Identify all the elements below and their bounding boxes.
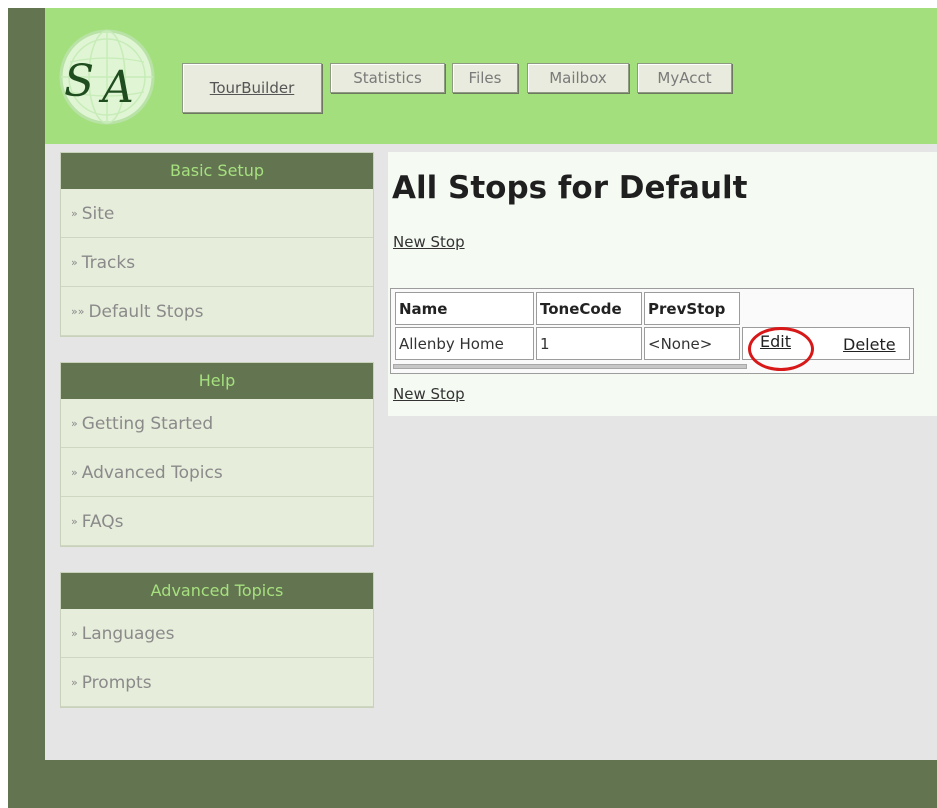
tab-statistics[interactable]: Statistics <box>330 63 445 93</box>
sidebar-item-label: Advanced Topics <box>81 463 223 483</box>
sidebar-item-label: Default Stops <box>88 302 204 322</box>
stops-table: Name ToneCode PrevStop Allenby Home 1 <N… <box>390 288 914 374</box>
tab-files[interactable]: Files <box>452 63 518 93</box>
arrow-icon: » <box>71 627 78 640</box>
sidebar-item-label: FAQs <box>81 512 124 532</box>
cell-prevstop: <None> <box>644 327 740 360</box>
new-stop-link-bottom[interactable]: New Stop <box>393 385 465 403</box>
panel-title: Advanced Topics <box>61 573 373 609</box>
arrow-icon: » <box>71 515 78 528</box>
sidebar-item-advanced-topics[interactable]: » Advanced Topics <box>61 448 373 497</box>
sidebar-item-languages[interactable]: » Languages <box>61 609 373 658</box>
double-arrow-icon: »» <box>71 305 85 318</box>
sa-logo: S A <box>59 29 155 125</box>
sidebar-item-prompts[interactable]: » Prompts <box>61 658 373 707</box>
arrow-icon: » <box>71 417 78 430</box>
svg-text:A: A <box>98 62 134 113</box>
empty-header-cell <box>742 292 910 325</box>
table-header-row: Name ToneCode PrevStop <box>395 292 910 325</box>
sidebar-item-label: Site <box>81 204 115 224</box>
panel-advanced-topics: Advanced Topics » Languages » Prompts <box>60 572 374 708</box>
highlight-circle <box>748 327 814 371</box>
cell-tonecode: 1 <box>536 327 642 360</box>
panel-help: Help » Getting Started » Advanced Topics »… <box>60 362 374 547</box>
arrow-icon: » <box>71 676 78 689</box>
tab-tourbuilder[interactable]: TourBuilder <box>182 63 322 113</box>
sidebar-item-tracks[interactable]: » Tracks <box>61 238 373 287</box>
svg-text:S: S <box>64 56 94 107</box>
sidebar-item-site[interactable]: » Site <box>61 189 373 238</box>
sidebar-item-label: Languages <box>81 624 175 644</box>
sidebar: Basic Setup » Site » Tracks »» Default Stop… <box>60 152 374 708</box>
arrow-icon: » <box>71 207 78 220</box>
panel-title: Help <box>61 363 373 399</box>
panel-basic-setup: Basic Setup » Site » Tracks »» Default Stop… <box>60 152 374 337</box>
sidebar-item-label: Getting Started <box>81 414 214 434</box>
sidebar-item-default-stops[interactable]: »» Default Stops <box>61 287 373 336</box>
cell-name: Allenby Home <box>395 327 534 360</box>
column-header-name: Name <box>395 292 534 325</box>
sidebar-item-label: Prompts <box>81 673 152 693</box>
new-stop-link-top[interactable]: New Stop <box>393 233 465 251</box>
page-title: All Stops for Default <box>392 170 748 206</box>
sidebar-item-label: Tracks <box>81 253 136 273</box>
tab-myacct[interactable]: MyAcct <box>637 63 732 93</box>
frame-bottom-border <box>8 760 937 808</box>
sidebar-item-faqs[interactable]: » FAQs <box>61 497 373 546</box>
sidebar-item-getting-started[interactable]: » Getting Started <box>61 399 373 448</box>
panel-title: Basic Setup <box>61 153 373 189</box>
stops-table-grid: Name ToneCode PrevStop Allenby Home 1 <N… <box>393 290 912 362</box>
table-scrollbar[interactable] <box>393 364 747 369</box>
table-row: Allenby Home 1 <None> <box>395 327 910 360</box>
delete-link[interactable]: Delete <box>843 335 896 354</box>
arrow-icon: » <box>71 466 78 479</box>
arrow-icon: » <box>71 256 78 269</box>
tab-mailbox[interactable]: Mailbox <box>527 63 629 93</box>
column-header-tonecode: ToneCode <box>536 292 642 325</box>
column-header-prevstop: PrevStop <box>644 292 740 325</box>
frame-left-border <box>8 8 45 760</box>
